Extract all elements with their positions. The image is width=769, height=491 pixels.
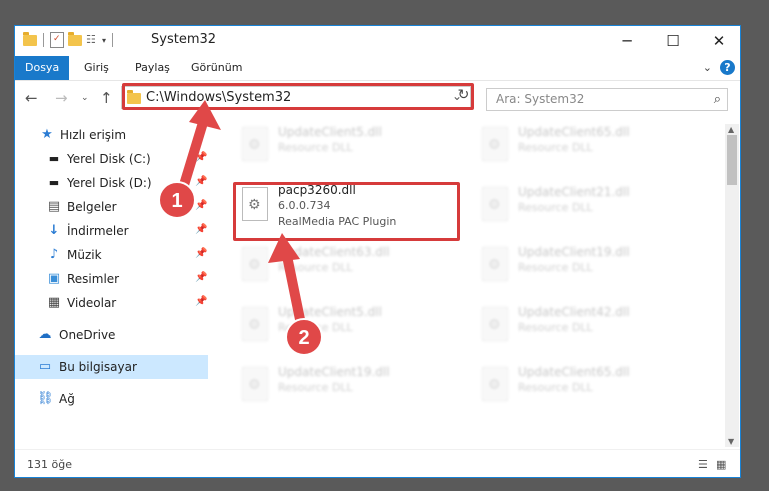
dll-file-icon (482, 247, 508, 281)
list-item[interactable]: UpdateClient19.dll Resource DLL (470, 241, 700, 289)
drive-icon: ▬ (48, 152, 60, 165)
file-description: Resource DLL (518, 141, 593, 154)
list-item[interactable]: UpdateClient21.dll Resource DLL (470, 181, 700, 229)
search-input[interactable]: Ara: System32 (496, 92, 584, 106)
tab-file[interactable]: Dosya (15, 56, 69, 80)
view-options-icon[interactable]: ☷ (86, 33, 98, 47)
list-item[interactable]: UpdateClient42.dll Resource DLL (470, 301, 700, 349)
sidebar-item-label: Yerel Disk (C:) (67, 152, 151, 166)
window-title: System32 (151, 32, 217, 47)
up-icon[interactable]: ↑ (100, 89, 113, 107)
recent-locations-icon[interactable]: ⌄ (81, 93, 89, 103)
sidebar-item-pictures[interactable]: ▣ Resimler 📌 (15, 267, 208, 291)
back-icon[interactable]: ← (25, 89, 38, 107)
expand-ribbon-icon[interactable]: ⌄ (703, 61, 712, 74)
title-bar: ✓ ☷ ▾ System32 ─ ☐ ✕ (15, 26, 740, 56)
file-name: UpdateClient5.dll (278, 125, 382, 139)
customize-dropdown-icon[interactable]: ▾ (102, 36, 106, 45)
file-description: Resource DLL (518, 261, 593, 274)
file-description: Resource DLL (518, 321, 593, 334)
arrow-1-annotation: 1 (158, 100, 221, 219)
file-description: Resource DLL (278, 141, 353, 154)
list-item[interactable]: UpdateClient19.dll Resource DLL (230, 361, 460, 409)
download-icon: ↓ (48, 223, 60, 238)
large-icons-view-icon[interactable]: ▦ (716, 458, 728, 471)
file-name: UpdateClient21.dll (518, 185, 630, 199)
pictures-icon: ▣ (47, 271, 61, 286)
status-bar: 131 öğe ☰ ▦ (15, 449, 740, 477)
scrollbar-thumb[interactable] (727, 135, 737, 185)
video-icon: ▦ (47, 295, 61, 310)
sidebar-item-label: Ağ (59, 392, 75, 406)
file-description: Resource DLL (518, 381, 593, 394)
file-name: UpdateClient65.dll (518, 125, 630, 139)
arrow-2-annotation: 2 (268, 233, 323, 356)
file-name: UpdateClient42.dll (518, 305, 630, 319)
ribbon-tabs: Dosya Giriş Paylaş Görünüm ⌄ ? (15, 56, 740, 81)
file-name: UpdateClient65.dll (518, 365, 630, 379)
file-name: UpdateClient19.dll (278, 365, 390, 379)
minimize-button[interactable]: ─ (604, 26, 650, 56)
computer-icon: ▭ (38, 359, 52, 374)
dll-file-icon (242, 127, 268, 161)
sidebar-item-label: Müzik (67, 248, 102, 262)
step-2-label: 2 (298, 327, 309, 349)
sidebar-item-label: Yerel Disk (D:) (67, 176, 152, 190)
document-icon: ▤ (47, 199, 61, 214)
search-icon[interactable]: ⌕ (714, 92, 721, 107)
forward-icon[interactable]: → (55, 89, 68, 107)
sidebar-item-label: Resimler (67, 272, 120, 286)
item-count: 131 öğe (27, 458, 72, 471)
pin-icon[interactable]: 📌 (195, 248, 207, 259)
dll-file-icon (482, 187, 508, 221)
sidebar-item-music[interactable]: ♪ Müzik 📌 (15, 243, 208, 267)
vertical-scrollbar[interactable]: ▲ ▼ (725, 124, 739, 447)
list-item[interactable]: UpdateClient65.dll Resource DLL (470, 121, 700, 169)
details-view-icon[interactable]: ☰ (698, 458, 710, 471)
maximize-button[interactable]: ☐ (650, 26, 696, 56)
tab-share[interactable]: Paylaş (125, 56, 180, 80)
sidebar-item-label: Bu bilgisayar (59, 360, 137, 374)
list-item[interactable]: UpdateClient65.dll Resource DLL (470, 361, 700, 409)
dll-file-icon (242, 367, 268, 401)
new-folder-icon[interactable] (68, 31, 82, 46)
sidebar-item-label: Hızlı erişim (60, 128, 127, 142)
sidebar-item-onedrive[interactable]: ☁ OneDrive (15, 323, 208, 347)
sidebar-item-network[interactable]: ⛓ Ağ (15, 387, 208, 411)
dll-file-icon (482, 367, 508, 401)
toolbar-divider (112, 33, 114, 47)
file-description: Resource DLL (518, 201, 593, 214)
dll-file-icon (482, 307, 508, 341)
drive-icon: ▬ (48, 176, 60, 189)
sidebar-item-label: Belgeler (67, 200, 117, 214)
tab-home[interactable]: Giriş (74, 56, 119, 80)
sidebar-item-label: OneDrive (59, 328, 116, 342)
file-description: Resource DLL (278, 381, 353, 394)
pin-icon[interactable]: 📌 (195, 296, 207, 307)
cloud-icon: ☁ (38, 327, 52, 342)
network-icon: ⛓ (37, 391, 54, 406)
toolbar-divider (43, 33, 44, 47)
list-item[interactable]: UpdateClient5.dll Resource DLL (230, 121, 460, 169)
search-box[interactable]: Ara: System32 ⌕ (486, 88, 728, 111)
sidebar-item-label: İndirmeler (67, 224, 129, 238)
properties-icon[interactable]: ✓ (50, 32, 64, 48)
close-button[interactable]: ✕ (696, 26, 740, 56)
star-icon: ★ (41, 127, 53, 142)
folder-icon (23, 31, 37, 46)
sidebar-item-this-pc[interactable]: ▭ Bu bilgisayar (15, 355, 208, 379)
scroll-down-icon[interactable]: ▼ (728, 437, 734, 446)
music-icon: ♪ (49, 247, 59, 262)
help-icon[interactable]: ? (720, 60, 735, 75)
quick-access-toolbar: ✓ ☷ ▾ (23, 31, 115, 48)
step-1-label: 1 (171, 190, 182, 212)
pin-icon[interactable]: 📌 (195, 272, 207, 283)
sidebar-item-label: Videolar (67, 296, 117, 310)
explorer-window: ✓ ☷ ▾ System32 ─ ☐ ✕ Dosya Giriş Paylaş … (14, 25, 741, 478)
file-name: UpdateClient19.dll (518, 245, 630, 259)
dll-file-icon (482, 127, 508, 161)
scroll-up-icon[interactable]: ▲ (728, 125, 734, 134)
tab-view[interactable]: Görünüm (181, 56, 252, 80)
sidebar-item-videos[interactable]: ▦ Videolar 📌 (15, 291, 208, 315)
